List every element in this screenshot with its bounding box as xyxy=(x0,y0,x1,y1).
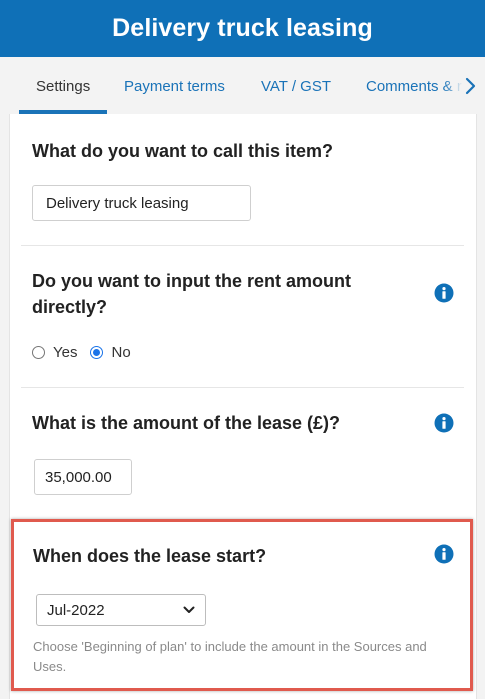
lease-start-hint: Choose 'Beginning of plan' to include th… xyxy=(33,639,427,674)
lease-start-select[interactable]: Jul-2022 xyxy=(36,594,206,626)
item-name-section: What do you want to call this item? xyxy=(10,114,474,245)
info-icon[interactable] xyxy=(434,544,454,564)
lease-amount-input[interactable] xyxy=(34,459,132,495)
section-divider xyxy=(21,245,464,246)
app-window: Delivery truck leasing Settings Payment … xyxy=(0,0,485,699)
tab-bar: Settings Payment terms VAT / GST Comment… xyxy=(0,57,485,114)
radio-yes-label: Yes xyxy=(53,344,78,361)
radio-yes[interactable] xyxy=(32,346,45,359)
chevron-down-icon xyxy=(183,606,195,613)
tab-vat-gst[interactable]: VAT / GST xyxy=(261,78,331,95)
rent-direct-question: Do you want to input the rent amount dir… xyxy=(32,271,351,317)
info-icon[interactable] xyxy=(434,413,454,433)
lease-start-section: When does the lease start? Jul-2022 Choo… xyxy=(11,519,473,691)
settings-panel: What do you want to call this item? Do y… xyxy=(9,114,477,699)
lease-start-question: When does the lease start? xyxy=(33,546,267,566)
rent-direct-options: Yes No xyxy=(32,344,131,361)
item-name-input[interactable] xyxy=(32,185,251,221)
section-divider xyxy=(21,387,464,388)
radio-no[interactable] xyxy=(90,346,104,359)
radio-no-label: No xyxy=(111,344,131,361)
item-name-question: What do you want to call this item? xyxy=(32,141,334,161)
tab-payment-terms[interactable]: Payment terms xyxy=(124,78,225,95)
page-title: Delivery truck leasing xyxy=(112,14,373,42)
lease-start-selected-value: Jul-2022 xyxy=(47,601,105,619)
tab-settings[interactable]: Settings xyxy=(36,78,90,95)
info-icon[interactable] xyxy=(434,283,454,303)
lease-amount-question: What is the amount of the lease (£)? xyxy=(32,413,341,433)
page-header: Delivery truck leasing xyxy=(0,0,485,57)
chevron-right-icon[interactable] xyxy=(461,76,481,96)
